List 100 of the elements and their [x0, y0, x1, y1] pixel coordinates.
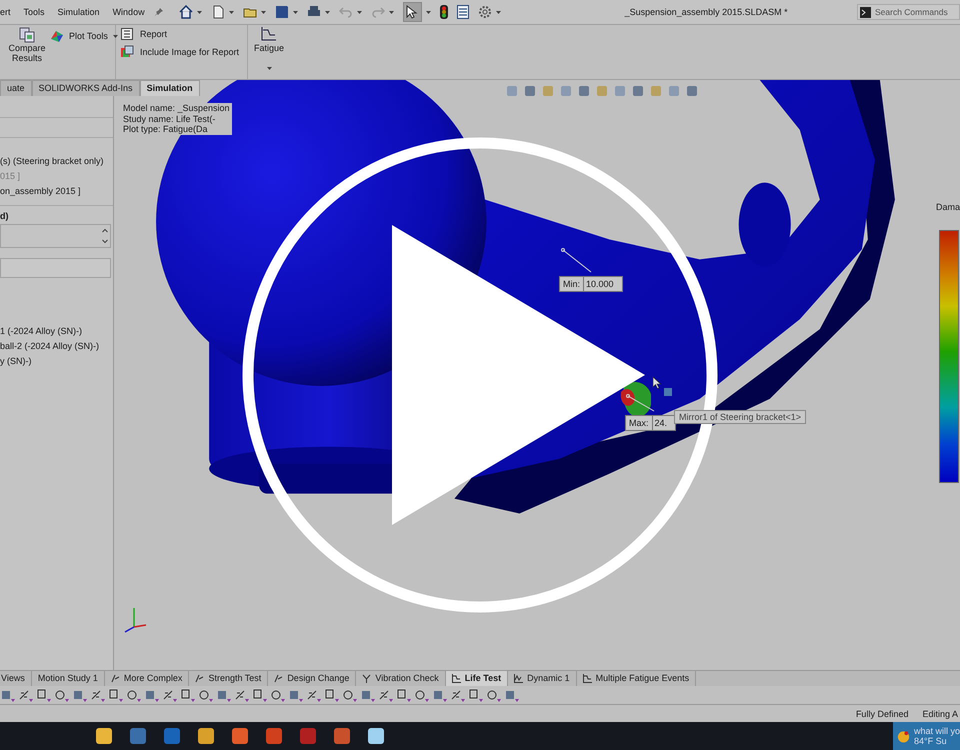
weather-reading: 84°F Su	[914, 736, 948, 746]
command-tab[interactable]: Simulation	[140, 80, 200, 96]
section-heading: d)	[0, 205, 113, 224]
step-curve-icon	[582, 674, 592, 683]
caret-icon[interactable]	[196, 10, 202, 14]
menu-item[interactable]: Tools	[24, 7, 52, 17]
printer-icon[interactable]	[306, 5, 321, 19]
panel-text: 015 ]	[0, 170, 22, 183]
legend-title: Dama	[936, 202, 960, 212]
tool-icon[interactable]	[486, 688, 501, 702]
tool-icon[interactable]	[198, 688, 213, 702]
documents-icon	[19, 27, 35, 43]
tool-icon[interactable]	[342, 688, 357, 702]
study-icon	[274, 674, 284, 683]
caret-icon	[112, 34, 118, 38]
document-icon[interactable]	[210, 5, 225, 19]
step-curve-icon	[452, 674, 461, 683]
image-icon	[120, 45, 134, 59]
tool-icon[interactable]	[504, 688, 519, 702]
scroll-arrows-icon[interactable]	[102, 228, 108, 244]
caret-icon[interactable]	[426, 10, 431, 14]
tool-icon[interactable]	[396, 688, 411, 702]
tool-icon[interactable]	[54, 688, 69, 702]
save-icon[interactable]	[274, 5, 289, 19]
tool-icon[interactable]	[108, 688, 123, 702]
study-icon	[195, 674, 204, 683]
plot-info-text: Model name: _Suspension	[123, 103, 232, 114]
include-image-button[interactable]: Include Image for Report	[120, 45, 240, 59]
tool-icon[interactable]	[180, 688, 195, 702]
menu-item[interactable]: ert	[0, 7, 18, 17]
home-icon[interactable]	[178, 5, 193, 19]
window-title: _Suspension_assembly 2015.SLDASM *	[624, 7, 788, 17]
tool-icon[interactable]	[126, 688, 141, 702]
tool-icon[interactable]	[18, 688, 33, 702]
axis-triad-icon	[122, 605, 148, 635]
play-button[interactable]	[240, 135, 720, 615]
callout-value: 10.000	[585, 279, 615, 289]
tool-icon[interactable]	[72, 688, 87, 702]
tooltip: Mirror1 of Steering bracket<1>	[674, 410, 806, 424]
leader-line	[561, 248, 593, 274]
plot-tools-button[interactable]: Plot Tools	[50, 29, 118, 43]
caret-icon[interactable]	[388, 10, 394, 14]
callout-label: Max:	[626, 416, 653, 430]
fatigue-button[interactable]: Fatigue	[252, 27, 286, 77]
pin-icon[interactable]	[154, 7, 164, 17]
caret-icon[interactable]	[324, 10, 330, 14]
caret-icon[interactable]	[292, 10, 298, 14]
tool-icon[interactable]	[270, 688, 285, 702]
tool-icon[interactable]	[414, 688, 429, 702]
tool-icon[interactable]	[234, 688, 249, 702]
caret-icon[interactable]	[356, 10, 362, 14]
input-field[interactable]	[0, 258, 111, 278]
compare-results-button[interactable]: Compare Results	[8, 27, 46, 77]
tool-icon[interactable]	[378, 688, 393, 702]
caret-icon[interactable]	[260, 10, 266, 14]
square-icon	[664, 388, 672, 396]
caret-icon	[266, 67, 272, 70]
fatigue-curve-icon	[261, 27, 278, 41]
study-icon	[110, 674, 120, 683]
tool-icon[interactable]	[468, 688, 483, 702]
select-button[interactable]	[402, 2, 422, 22]
tool-icon[interactable]	[36, 688, 51, 702]
report-button[interactable]: Report	[120, 27, 240, 41]
caret-icon[interactable]	[228, 10, 234, 14]
plot-info-text: Plot type: Fatigue(Da	[123, 124, 232, 134]
tool-icon[interactable]	[324, 688, 339, 702]
tool-icon[interactable]	[144, 688, 159, 702]
gear-icon[interactable]	[478, 5, 492, 19]
tool-icon[interactable]	[0, 688, 15, 702]
command-tab[interactable]: SOLIDWORKS Add-Ins	[32, 80, 140, 96]
list-icon[interactable]	[456, 5, 469, 19]
tool-icon[interactable]	[162, 688, 177, 702]
panel-text: y (SN)-)	[0, 355, 32, 368]
tool-icon[interactable]	[360, 688, 375, 702]
fork-icon	[362, 674, 372, 683]
callout-value: 24.	[654, 418, 668, 428]
tool-icon[interactable]	[288, 688, 303, 702]
leader-line	[626, 394, 656, 412]
zigzag-chart-icon	[514, 674, 524, 683]
report-icon	[120, 27, 134, 41]
panel-text: on_assembly 2015 ]	[0, 185, 82, 198]
menu-item[interactable]: Window	[112, 7, 152, 17]
mouse-pointer-icon	[652, 376, 662, 390]
tool-icon[interactable]	[90, 688, 105, 702]
tool-icon[interactable]	[306, 688, 321, 702]
command-tab[interactable]: uate	[0, 80, 32, 96]
plot-info-text: Study name: Life Test(-	[123, 114, 232, 124]
status-text: Fully Defined	[856, 708, 908, 718]
tool-icon[interactable]	[252, 688, 267, 702]
color-plot-icon	[50, 29, 64, 43]
search-field[interactable]: Search Commands	[857, 4, 960, 20]
tool-icon[interactable]	[216, 688, 231, 702]
tool-icon[interactable]	[432, 688, 447, 702]
menu-item[interactable]: Simulation	[58, 7, 107, 17]
traffic-light-icon[interactable]	[440, 5, 448, 19]
weather-widget[interactable]: what will yo 84°F Su	[893, 722, 960, 750]
command-prompt-icon	[860, 6, 871, 18]
tool-icon[interactable]	[450, 688, 465, 702]
study-tab[interactable]: Life Test	[446, 671, 508, 686]
caret-icon[interactable]	[496, 10, 501, 14]
